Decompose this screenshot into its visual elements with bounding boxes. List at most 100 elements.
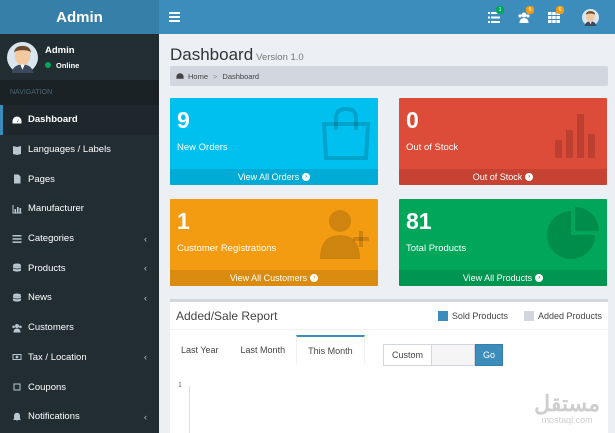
view-all-products-link[interactable]: View All Products ›	[399, 270, 607, 286]
sidebar-item-products[interactable]: Products ‹	[0, 253, 159, 283]
orders-badge: 1	[496, 6, 504, 14]
legend-sold-products: Sold Products	[437, 310, 508, 321]
tab-last-month[interactable]: Last Month	[230, 335, 297, 364]
customer-registrations-box: 1 Customer Registrations View All Custom…	[170, 199, 378, 286]
sidebar-item-languages[interactable]: Languages / Labels	[0, 135, 159, 165]
sidebar: Admin Online NAVIGATION Dashboard Langua…	[0, 34, 159, 433]
sidebar-item-dashboard[interactable]: Dashboard	[0, 105, 159, 135]
user-menu-button[interactable]	[569, 0, 611, 34]
chevron-left-icon: ‹	[144, 411, 147, 422]
custom-range-input[interactable]	[432, 344, 476, 366]
sidebar-item-customers[interactable]: Customers	[0, 313, 159, 343]
total-products-box: 81 Total Products View All Products ›	[399, 199, 607, 286]
money-icon	[12, 354, 22, 361]
out-of-stock-link[interactable]: Out of Stock ›	[399, 169, 607, 185]
sidebar-item-manufacturer[interactable]: Manufacturer	[0, 194, 159, 224]
breadcrumb: Home > Dashboard	[170, 66, 608, 86]
database-icon	[13, 293, 21, 302]
chart-legend: Sold Products Added Products	[422, 310, 602, 321]
chevron-left-icon: ‹	[144, 233, 147, 244]
user-panel: Admin Online	[0, 34, 159, 80]
arrow-circle-right-icon: ›	[535, 274, 544, 282]
new-orders-label: New Orders	[177, 142, 228, 153]
tab-this-month[interactable]: This Month	[296, 335, 365, 364]
sidebar-item-tax-location[interactable]: Tax / Location ‹	[0, 343, 159, 373]
menu-icon	[168, 12, 180, 22]
report-range-tabs: Last Year Last Month This Month	[170, 335, 365, 364]
tab-last-year[interactable]: Last Year	[170, 335, 230, 364]
database-icon	[13, 263, 21, 272]
report-title: Added/Sale Report	[176, 308, 278, 323]
sidebar-item-pages[interactable]: Pages	[0, 164, 159, 194]
products-notification-button[interactable]: 6	[539, 0, 569, 34]
page-title: Dashboard Version 1.0	[170, 45, 304, 64]
sidebar-item-label: News	[28, 292, 52, 304]
top-navbar: 1 6 6	[159, 0, 615, 34]
sidebar-toggle-button[interactable]	[159, 0, 189, 34]
chevron-left-icon: ‹	[144, 292, 147, 303]
legend-added-products: Added Products	[523, 310, 602, 321]
new-orders-count: 9	[177, 107, 190, 133]
user-plus-icon	[320, 210, 369, 259]
sidebar-item-label: Languages / Labels	[28, 144, 111, 156]
bell-icon	[13, 412, 21, 422]
avatar	[581, 8, 599, 26]
sidebar-item-notifications[interactable]: Notifications ‹	[0, 402, 159, 432]
products-badge: 6	[556, 6, 564, 14]
breadcrumb-current: Dashboard	[222, 71, 260, 81]
online-dot-icon	[45, 62, 51, 68]
sidebar-item-label: Categories	[28, 233, 74, 245]
view-all-orders-link[interactable]: View All Orders ›	[170, 169, 378, 185]
bar-chart-icon	[555, 114, 595, 158]
brand-logo[interactable]: Admin	[0, 0, 159, 34]
book-icon	[13, 145, 21, 155]
added-sale-report-panel: Added/Sale Report Sold Products Added Pr…	[170, 299, 608, 433]
chevron-left-icon: ‹	[144, 263, 147, 274]
customer-registrations-count: 1	[177, 208, 190, 234]
customers-badge: 6	[526, 6, 534, 14]
out-of-stock-label: Out of Stock	[406, 142, 459, 153]
pie-chart-icon	[547, 207, 599, 259]
dashboard-icon	[176, 73, 184, 79]
y-tick-label: 1	[178, 382, 182, 389]
nav-header: NAVIGATION	[0, 80, 159, 105]
total-products-count: 81	[406, 208, 432, 234]
arrow-circle-right-icon: ›	[302, 173, 311, 181]
sidebar-item-label: Manufacturer	[28, 203, 84, 215]
sidebar-item-label: Customers	[28, 322, 74, 334]
sidebar-item-label: Notifications	[28, 411, 80, 423]
mostaql-watermark: مستقل mostaql.com	[534, 391, 600, 426]
list-icon	[12, 234, 22, 243]
legend-swatch	[437, 310, 448, 321]
sidebar-item-label: Tax / Location	[28, 351, 87, 363]
avatar	[7, 41, 38, 73]
sidebar-item-news[interactable]: News ‹	[0, 283, 159, 313]
new-orders-box: 9 New Orders View All Orders ›	[170, 98, 378, 185]
customers-notification-button[interactable]: 6	[509, 0, 539, 34]
orders-notification-button[interactable]: 1	[479, 0, 509, 34]
legend-swatch	[523, 310, 534, 321]
file-icon	[14, 174, 21, 184]
sidebar-item-coupons[interactable]: Coupons	[0, 372, 159, 402]
sidebar-item-label: Dashboard	[28, 114, 78, 126]
sidebar-item-label: Products	[28, 262, 66, 274]
arrow-circle-right-icon: ›	[310, 274, 319, 282]
arrow-circle-right-icon: ›	[525, 173, 534, 181]
go-button[interactable]: Go	[475, 344, 504, 366]
sidebar-item-label: Coupons	[28, 381, 67, 393]
breadcrumb-home-link[interactable]: Home	[188, 72, 208, 81]
chevron-left-icon: ‹	[144, 352, 147, 363]
custom-range-group: Custom Go	[383, 344, 504, 366]
total-products-label: Total Products	[406, 243, 467, 254]
user-status: Online	[45, 61, 79, 70]
view-all-customers-link[interactable]: View All Customers ›	[170, 270, 378, 286]
custom-range-label: Custom	[383, 344, 433, 366]
customer-registrations-label: Customer Registrations	[177, 243, 277, 254]
page-version: Version 1.0	[256, 52, 304, 63]
sidebar-item-categories[interactable]: Categories ‹	[0, 224, 159, 254]
users-icon	[12, 323, 22, 333]
user-name: Admin	[45, 44, 75, 56]
breadcrumb-separator: >	[213, 71, 218, 81]
main-content: Dashboard Version 1.0 Home > Dashboard 9 …	[159, 34, 615, 433]
bar-chart-icon	[12, 204, 22, 214]
